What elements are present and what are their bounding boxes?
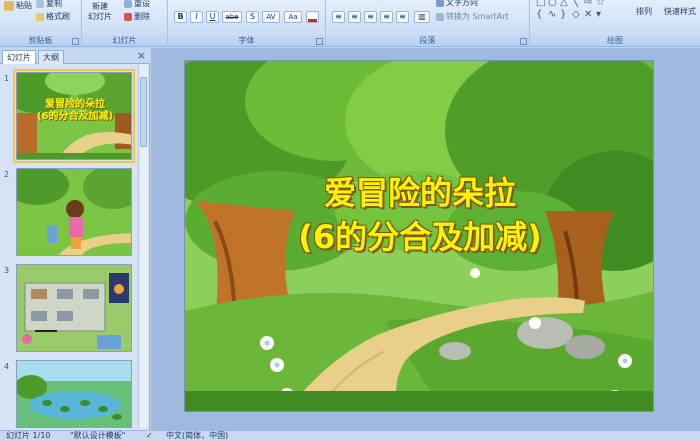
cross-shape-icon[interactable]: ✕ <box>584 9 592 20</box>
curve-shape-icon[interactable]: ∿ <box>548 9 556 20</box>
paste-button[interactable]: 粘贴 <box>4 0 32 11</box>
ribbon: 粘贴 复制 格式刷 剪贴板 新建 幻灯片 重设 删除 幻灯片 B I U abe… <box>0 0 700 47</box>
font-group-label: 字体 <box>168 35 325 46</box>
slide-title-line2: (6的分合及加减) <box>298 218 542 256</box>
text-direction-button[interactable]: 文字方向 <box>436 0 478 8</box>
italic-button[interactable]: I <box>190 11 203 23</box>
format-painter-icon <box>36 12 44 21</box>
close-icon[interactable]: × <box>137 49 146 62</box>
slides-pane: 幻灯片 大纲 × 1 爱冒险的朵拉 (6的分合及加减) 2 3 4 <box>0 48 150 430</box>
slide-thumbnail-4[interactable] <box>16 360 132 428</box>
slide-counter: 幻灯片 1/10 <box>6 431 51 440</box>
font-dialog-launcher[interactable] <box>316 38 323 45</box>
paragraph-dialog-launcher[interactable] <box>520 38 527 45</box>
tab-outline[interactable]: 大纲 <box>38 50 64 64</box>
font-group: B I U abe S AV Aa 字体 <box>168 0 326 47</box>
thumbnail-scrollbar[interactable] <box>138 65 148 428</box>
thumbnail-number: 2 <box>4 170 10 179</box>
clipboard-dialog-launcher[interactable] <box>72 38 79 45</box>
paragraph-group: 文字方向 ≡ ≡ ≡ ≡ ≡ ▥ 转换为 SmartArt 段落 <box>326 0 530 47</box>
bold-button[interactable]: B <box>174 11 187 23</box>
reset-icon <box>124 0 132 8</box>
clipboard-group: 粘贴 复制 格式刷 剪贴板 <box>0 0 82 47</box>
scrollbar-thumb[interactable] <box>140 77 147 147</box>
thumbnail-2-art <box>17 169 131 255</box>
slides-group: 新建 幻灯片 重设 删除 幻灯片 <box>82 0 168 47</box>
slide-editing-area: 爱冒险的朵拉 (6的分合及加减) <box>151 48 700 430</box>
new-slide-button[interactable]: 新建 幻灯片 <box>88 2 112 22</box>
callout-shape-icon[interactable]: ◇ <box>572 9 580 20</box>
spellcheck-icon[interactable]: ✓ <box>146 431 153 441</box>
paragraph-group-label: 段落 <box>326 35 529 46</box>
smartart-icon <box>436 12 444 21</box>
slides-group-label: 幻灯片 <box>82 35 167 46</box>
thumbnail-1-title-line2: (6的分合及加减) <box>36 111 114 122</box>
change-case-button[interactable]: Aa <box>284 11 302 23</box>
language-indicator[interactable]: 中文(简体，中国) <box>166 431 228 441</box>
text-direction-icon <box>436 0 444 7</box>
distributed-button[interactable]: ≡ <box>396 11 409 23</box>
bracket-shape-icon[interactable]: { <box>536 9 542 20</box>
delete-slide-button[interactable]: 删除 <box>124 11 150 22</box>
oval-shape-icon[interactable]: ○ <box>548 0 557 8</box>
reset-button[interactable]: 重设 <box>124 0 150 9</box>
strikethrough-button[interactable]: abe <box>222 11 242 23</box>
arrow-shape-icon[interactable]: ⇨ <box>584 0 592 8</box>
drawing-group-label: 绘图 <box>530 35 700 46</box>
slide-thumbnail-3[interactable] <box>16 264 132 352</box>
smartart-button[interactable]: 转换为 SmartArt <box>436 11 509 22</box>
copy-button[interactable]: 复制 <box>36 0 62 9</box>
line-shape-icon[interactable]: ╲ <box>572 0 578 8</box>
more-shapes-icon[interactable]: ▾ <box>596 9 601 20</box>
quick-styles-button[interactable]: 快速样式 <box>664 6 696 17</box>
underline-button[interactable]: U <box>206 11 219 23</box>
brace-shape-icon[interactable]: } <box>560 9 566 20</box>
delete-icon <box>124 12 132 21</box>
format-painter-button[interactable]: 格式刷 <box>36 11 70 22</box>
slide-title[interactable]: 爱冒险的朵拉 (6的分合及加减) <box>185 171 653 259</box>
status-bar: 幻灯片 1/10 "默认设计模板" ✓ 中文(简体，中国) <box>0 430 700 441</box>
font-color-icon <box>308 19 317 22</box>
paste-icon <box>4 0 14 11</box>
thumbnail-1-title-line1: 爱冒险的朵拉 <box>45 99 105 110</box>
font-color-button[interactable] <box>306 11 319 23</box>
thumbnail-number: 4 <box>4 362 10 371</box>
thumbnail-number: 1 <box>4 74 10 83</box>
slide-thumbnail-1[interactable]: 爱冒险的朵拉 (6的分合及加减) <box>13 69 135 163</box>
thumbnail-4-art <box>17 361 131 427</box>
thumbnail-number: 3 <box>4 266 10 275</box>
columns-button[interactable]: ▥ <box>414 11 430 23</box>
tab-slides[interactable]: 幻灯片 <box>2 50 36 64</box>
star-shape-icon[interactable]: ☆ <box>596 0 605 8</box>
drawing-group: □ ○ △ ╲ ⇨ ☆ { ∿ } ◇ ✕ ▾ 排列 快速样式 绘图 <box>530 0 700 47</box>
justify-button[interactable]: ≡ <box>380 11 393 23</box>
align-right-button[interactable]: ≡ <box>364 11 377 23</box>
theme-name[interactable]: "默认设计模板" <box>70 431 125 441</box>
thumbnail-3-art <box>17 265 131 351</box>
pane-tabs: 幻灯片 大纲 × <box>0 48 150 64</box>
clipboard-group-label: 剪贴板 <box>0 35 81 46</box>
slide-thumbnail-2[interactable] <box>16 168 132 256</box>
character-spacing-button[interactable]: AV <box>262 11 280 23</box>
rectangle-shape-icon[interactable]: □ <box>536 0 545 8</box>
align-center-button[interactable]: ≡ <box>348 11 361 23</box>
triangle-shape-icon[interactable]: △ <box>560 0 568 8</box>
align-left-button[interactable]: ≡ <box>332 11 345 23</box>
copy-icon <box>36 0 44 8</box>
current-slide[interactable]: 爱冒险的朵拉 (6的分合及加减) <box>184 60 654 412</box>
arrange-button[interactable]: 排列 <box>636 6 652 17</box>
slide-title-line1: 爱冒险的朵拉 <box>323 174 516 212</box>
shadow-button[interactable]: S <box>246 11 259 23</box>
